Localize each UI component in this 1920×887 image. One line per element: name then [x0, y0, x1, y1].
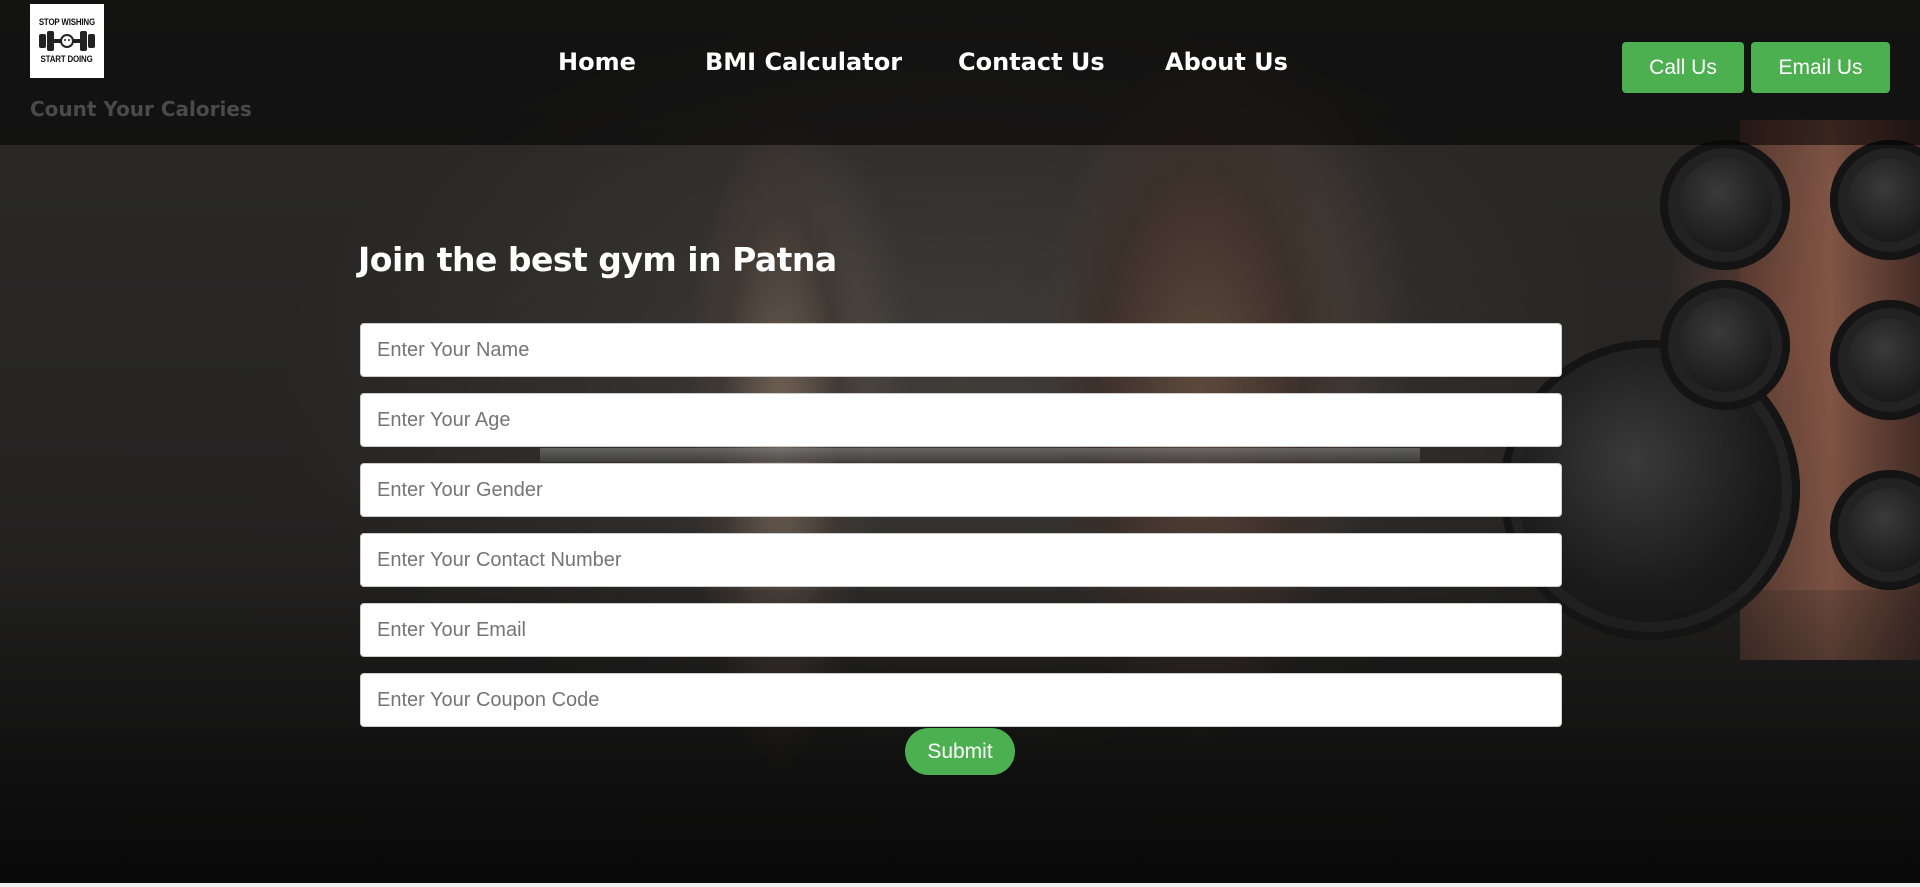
site-header: STOP WISHING START DOING Count Your Calo…: [0, 0, 1920, 145]
age-field[interactable]: [360, 393, 1562, 447]
form-title: Join the best gym in Patna: [358, 240, 837, 279]
nav-contact-us[interactable]: Contact Us: [958, 48, 1105, 76]
nav-bmi-calculator[interactable]: BMI Calculator: [705, 48, 902, 76]
page: STOP WISHING START DOING Count Your Calo…: [0, 0, 1920, 887]
email-field[interactable]: [360, 603, 1562, 657]
gender-field[interactable]: [360, 463, 1562, 517]
nav-home[interactable]: Home: [558, 48, 636, 76]
contact-number-field[interactable]: [360, 533, 1562, 587]
email-us-button[interactable]: Email Us: [1751, 42, 1890, 93]
page-bottom-edge: [0, 883, 1920, 887]
background-weight-plate: [1660, 280, 1790, 410]
tagline: Count Your Calories: [30, 97, 252, 121]
coupon-code-field[interactable]: [360, 673, 1562, 727]
nav-about-us[interactable]: About Us: [1165, 48, 1288, 76]
submit-button[interactable]: Submit: [905, 728, 1015, 775]
name-field[interactable]: [360, 323, 1562, 377]
background-barbell: [540, 448, 1420, 462]
logo-text-top: STOP WISHING: [38, 17, 96, 27]
background-weight-plate: [1660, 140, 1790, 270]
call-us-button[interactable]: Call Us: [1622, 42, 1744, 93]
